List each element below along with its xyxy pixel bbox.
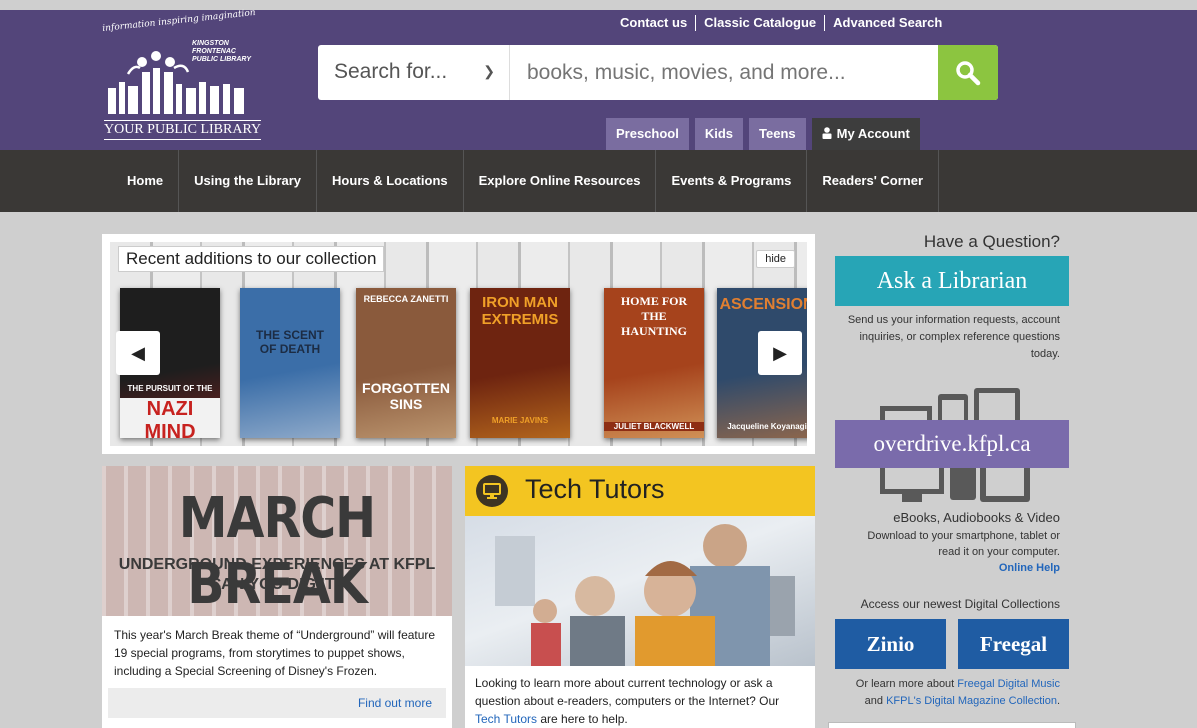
- tab-teens[interactable]: Teens: [749, 118, 806, 150]
- overdrive-button[interactable]: overdrive.kfpl.ca: [835, 420, 1069, 468]
- search-scope-select[interactable]: Search for... ❯: [318, 45, 510, 100]
- carousel-title: Recent additions to our collection: [118, 246, 385, 272]
- tech-tutors-photo[interactable]: [465, 516, 815, 666]
- nav-using-the-library[interactable]: Using the Library: [179, 150, 318, 212]
- book-title: THE SCENT OF DEATH: [255, 328, 324, 356]
- question-heading: Have a Question?: [923, 232, 1060, 251]
- march-break-card: MARCH BREAK UNDERGROUND EXPERIENCES AT K…: [102, 466, 452, 728]
- book-cover[interactable]: HOME FOR THE HAUNTING JULIET BLACKWELL: [604, 288, 704, 438]
- audience-tabs: Preschool Kids Teens My Account: [606, 118, 920, 150]
- user-icon: [822, 127, 832, 139]
- ask-description: Send us your information requests, accou…: [847, 314, 1060, 360]
- book-title: FORGOTTEN SINS: [362, 380, 450, 412]
- sidebar-next-box: [828, 722, 1076, 728]
- tab-preschool[interactable]: Preschool: [606, 118, 689, 150]
- tech-tutors-description: Looking to learn more about current tech…: [475, 674, 805, 728]
- march-break-title: MARCH BREAK: [178, 485, 376, 617]
- main-nav: Home Using the Library Hours & Locations…: [0, 150, 1197, 212]
- nav-online-resources[interactable]: Explore Online Resources: [464, 150, 657, 212]
- search-button[interactable]: [938, 45, 998, 100]
- carousel-prev-button[interactable]: ◀: [116, 331, 160, 375]
- book-cover[interactable]: REBECCA ZANETTI FORGOTTEN SINS: [356, 288, 456, 438]
- ebooks-description: Download to your smartphone, tablet or r…: [828, 528, 1060, 576]
- tech-text-part: are here to help.: [537, 712, 628, 726]
- digital-collections-heading: Access our newest Digital Collections: [860, 597, 1060, 611]
- chevron-down-icon: ❯: [483, 63, 495, 79]
- search-scope-label: Search for...: [334, 60, 448, 83]
- site-header: information inspiring imagination KINGST…: [0, 8, 1197, 150]
- tab-kids[interactable]: Kids: [694, 118, 744, 150]
- computer-icon: [476, 475, 508, 507]
- nav-events-programs[interactable]: Events & Programs: [656, 150, 808, 212]
- arrow-right-icon: ▶: [773, 342, 787, 363]
- more-text: .: [1056, 695, 1060, 707]
- ebooks-heading: eBooks, Audiobooks & Video: [893, 510, 1060, 525]
- freegal-button[interactable]: Freegal: [958, 619, 1069, 669]
- tech-tutors-link[interactable]: Tech Tutors: [475, 712, 537, 726]
- book-author: JULIET BLACKWELL: [604, 422, 704, 431]
- contact-us-link[interactable]: Contact us: [612, 15, 695, 31]
- march-break-subtitle: UNDERGROUND EXPERIENCES AT KFPL: [118, 556, 436, 573]
- search-input[interactable]: [511, 45, 938, 100]
- nav-readers-corner[interactable]: Readers' Corner: [807, 150, 940, 212]
- carousel-track: Recent additions to our collection hide …: [110, 242, 807, 446]
- tech-text-part: Looking to learn more about current tech…: [475, 676, 780, 708]
- more-text: and: [864, 695, 887, 707]
- carousel-next-button[interactable]: ▶: [758, 331, 802, 375]
- logo-subtitle: YOUR PUBLIC LIBRARY: [104, 120, 262, 140]
- search-bar: Search for... ❯: [318, 45, 998, 100]
- advanced-search-link[interactable]: Advanced Search: [824, 15, 950, 31]
- arrow-left-icon: ◀: [131, 342, 145, 363]
- library-logo[interactable]: information inspiring imagination KINGST…: [102, 8, 264, 144]
- book-author: MARIE JAVINS: [491, 416, 549, 425]
- digital-magazine-link[interactable]: KFPL's Digital Magazine Collection: [886, 695, 1057, 707]
- book-cover[interactable]: THE SCENT OF DEATH: [240, 288, 340, 438]
- freegal-music-link[interactable]: Freegal Digital Music: [957, 678, 1060, 690]
- ask-a-librarian-button[interactable]: Ask a Librarian: [835, 256, 1069, 306]
- zinio-button[interactable]: Zinio: [835, 619, 946, 669]
- find-out-more-label: Find out more: [357, 696, 432, 710]
- nav-hours-locations[interactable]: Hours & Locations: [317, 150, 464, 212]
- book-cover[interactable]: IRON MAN EXTREMIS MARIE JAVINS: [470, 288, 570, 438]
- more-text: Or learn more about: [855, 678, 958, 690]
- find-out-more-link[interactable]: Find out more: [108, 688, 446, 718]
- book-title: NAZI MIND: [120, 398, 220, 438]
- recent-additions-carousel: Recent additions to our collection hide …: [102, 234, 815, 454]
- tech-tutors-header: Tech Tutors: [465, 466, 815, 516]
- online-help-link[interactable]: Online Help: [828, 560, 1060, 576]
- book-author: Jacqueline Koyanagi: [727, 422, 807, 431]
- my-account-label: My Account: [836, 126, 910, 141]
- book-subtitle: THE PURSUIT OF THE: [127, 384, 213, 393]
- tech-tutors-card: Tech Tutors Looking to learn more about …: [465, 466, 815, 728]
- logo-tagline: information inspiring imagination: [101, 7, 257, 35]
- tech-tutors-title: Tech Tutors: [525, 474, 665, 504]
- march-break-description: This year's March Break theme of “Underg…: [114, 628, 436, 678]
- hide-carousel-button[interactable]: hide: [756, 250, 795, 268]
- book-title: ASCENSION: [719, 296, 807, 313]
- book-title: IRON MAN EXTREMIS: [481, 294, 559, 328]
- utility-links: Contact us Classic Catalogue Advanced Se…: [612, 15, 950, 31]
- learn-more-text: Or learn more about Freegal Digital Musi…: [828, 676, 1060, 710]
- ebooks-desc-text: Download to your smartphone, tablet or r…: [867, 530, 1060, 558]
- logo-shelf-icon: [108, 51, 244, 114]
- march-break-banner[interactable]: MARCH BREAK UNDERGROUND EXPERIENCES AT K…: [102, 466, 452, 617]
- search-icon: [956, 60, 981, 85]
- book-title: HOME FOR THE HAUNTING: [620, 294, 688, 338]
- march-break-tagline: CAN YOU DIG IT?: [209, 576, 345, 593]
- my-account-button[interactable]: My Account: [811, 118, 920, 150]
- classic-catalogue-link[interactable]: Classic Catalogue: [695, 15, 824, 31]
- nav-home[interactable]: Home: [112, 150, 180, 212]
- book-author: REBECCA ZANETTI: [363, 294, 449, 304]
